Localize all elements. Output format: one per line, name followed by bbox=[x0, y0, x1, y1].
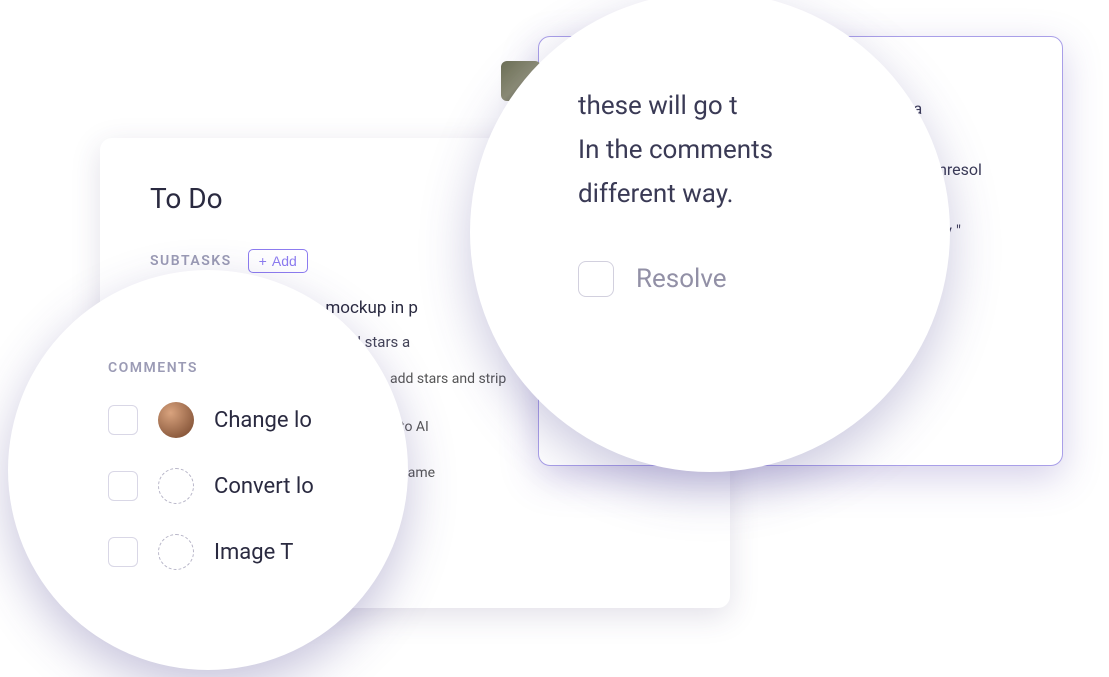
add-subtask-button[interactable]: + Add bbox=[248, 249, 308, 273]
resolve-row[interactable]: Resolve bbox=[578, 261, 890, 297]
comments-list: Change lo Convert lo Image T bbox=[108, 402, 380, 570]
magnified-line: different way. bbox=[578, 172, 890, 216]
magnified-content: these will go t In the comments differen… bbox=[578, 84, 890, 217]
comment-item-text: Image T bbox=[214, 540, 293, 565]
magnifier-left: COMMENTS Change lo Convert lo Image T bbox=[8, 270, 408, 670]
comment-row[interactable]: Convert lo bbox=[108, 468, 380, 504]
checkbox[interactable] bbox=[108, 405, 138, 435]
comment-item-text: Convert lo bbox=[214, 474, 314, 499]
comments-label: COMMENTS bbox=[108, 360, 380, 376]
magnified-line: In the comments bbox=[578, 128, 890, 172]
assignee-placeholder-icon[interactable] bbox=[158, 534, 194, 570]
comment-item-text: Change lo bbox=[214, 408, 312, 433]
overflow-text: add stars and strip bbox=[390, 371, 506, 387]
checkbox[interactable] bbox=[108, 471, 138, 501]
subtasks-label: SUBTASKS bbox=[150, 253, 232, 269]
comment-row[interactable]: Image T bbox=[108, 534, 380, 570]
magnified-line: these will go t bbox=[578, 84, 890, 128]
plus-icon: + bbox=[259, 253, 267, 269]
avatar bbox=[158, 402, 194, 438]
checkbox[interactable] bbox=[108, 537, 138, 567]
resolve-label: Resolve bbox=[636, 264, 727, 294]
comment-row[interactable]: Change lo bbox=[108, 402, 380, 438]
assignee-placeholder-icon[interactable] bbox=[158, 468, 194, 504]
magnifier-right: these will go t In the comments differen… bbox=[470, 0, 950, 472]
add-label: Add bbox=[272, 253, 297, 269]
resolve-checkbox[interactable] bbox=[578, 261, 614, 297]
